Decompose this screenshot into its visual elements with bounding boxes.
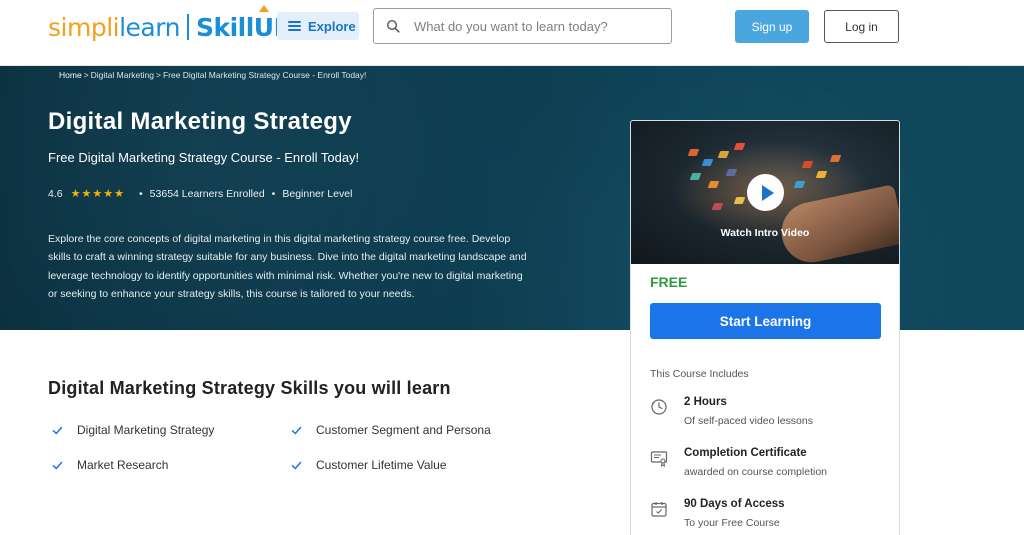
include-subtitle: awarded on course completion: [684, 466, 828, 478]
learners-count: 53654 Learners Enrolled: [149, 187, 265, 200]
search-icon: [386, 19, 400, 33]
skill-item: Customer Segment and Persona: [287, 423, 491, 437]
star-icon: ★: [103, 188, 114, 200]
course-description: Explore the core concepts of digital mar…: [48, 233, 527, 300]
log-in-button[interactable]: Log in: [824, 10, 899, 43]
breadcrumb-home-link[interactable]: Home: [59, 70, 82, 80]
logo-simpli-text: simpli: [48, 12, 120, 42]
breadcrumb-current: Free Digital Marketing Strategy Course -…: [162, 70, 367, 80]
course-includes-title: This Course Includes: [650, 368, 749, 380]
search-box[interactable]: [373, 8, 672, 44]
star-icon: ★: [81, 188, 92, 200]
include-item-duration: 2 Hours Of self-paced video lessons: [650, 396, 813, 427]
checkmark-icon: [291, 461, 302, 469]
explore-button[interactable]: Explore: [277, 12, 359, 40]
checkmark-icon: [52, 461, 63, 469]
include-item-access: 90 Days of Access To your Free Course: [650, 498, 785, 529]
intro-video-thumbnail[interactable]: Watch Intro Video: [631, 121, 899, 264]
include-subtitle: To your Free Course: [684, 517, 780, 529]
skill-item: Market Research: [48, 458, 168, 472]
skill-label: Customer Lifetime Value: [316, 458, 447, 472]
sign-up-button[interactable]: Sign up: [735, 10, 809, 43]
rating-stars: ★ ★ ★ ★ ★: [71, 187, 124, 200]
skill-item: Digital Marketing Strategy: [48, 423, 214, 437]
course-title: Digital Marketing Strategy: [48, 108, 352, 135]
breadcrumb: Home > Digital Marketing > Free Digital …: [59, 70, 366, 80]
checkmark-icon: [52, 426, 63, 434]
skill-label: Digital Marketing Strategy: [77, 423, 215, 437]
include-title: 90 Days of Access: [684, 498, 785, 510]
hamburger-menu-icon: [288, 21, 301, 31]
include-title: Completion Certificate: [684, 447, 807, 459]
play-button-icon[interactable]: [747, 174, 784, 211]
include-item-certificate: Completion Certificate awarded on course…: [650, 447, 827, 478]
breadcrumb-separator: >: [155, 70, 161, 80]
skills-section-title: Digital Marketing Strategy Skills you wi…: [48, 378, 451, 398]
rating-value: 4.6: [48, 187, 63, 200]
logo-learn-text: learn: [119, 12, 180, 42]
calendar-icon: [651, 502, 667, 517]
star-icon: ★: [114, 188, 124, 200]
search-input[interactable]: [414, 18, 654, 34]
site-header: simplilearn SkillUP Explore Sign up Log …: [0, 0, 1024, 66]
skill-label: Customer Segment and Persona: [316, 423, 491, 437]
include-subtitle: Of self-paced video lessons: [684, 415, 813, 427]
course-level: Beginner Level: [282, 187, 353, 200]
star-icon: ★: [70, 188, 81, 200]
course-price: FREE: [650, 274, 688, 290]
logo-divider: [186, 14, 189, 40]
bullet-dot: •: [138, 187, 143, 200]
skill-item: Customer Lifetime Value: [287, 458, 447, 472]
explore-label: Explore: [308, 18, 356, 34]
include-title: 2 Hours: [684, 396, 727, 408]
breadcrumb-category-link[interactable]: Digital Marketing: [91, 70, 154, 80]
bullet-dot: •: [271, 187, 276, 200]
course-enroll-card: Watch Intro Video FREE Start Learning Th…: [630, 120, 900, 535]
course-subtitle: Free Digital Marketing Strategy Course -…: [48, 150, 360, 165]
start-learning-button[interactable]: Start Learning: [650, 303, 881, 339]
course-meta: 4.6 ★ ★ ★ ★ ★ • 53654 Learners Enrolled …: [48, 187, 353, 201]
skill-label: Market Research: [77, 458, 169, 472]
logo-arrow-icon: [259, 4, 270, 12]
simplilearn-skillup-logo[interactable]: simpli learn SkillUP: [48, 4, 292, 44]
star-icon: ★: [92, 188, 103, 200]
checkmark-icon: [291, 426, 302, 434]
breadcrumb-separator: >: [83, 70, 89, 80]
watch-intro-video-label[interactable]: Watch Intro Video: [631, 227, 899, 239]
certificate-icon: [650, 451, 668, 467]
clock-icon: [651, 399, 667, 415]
